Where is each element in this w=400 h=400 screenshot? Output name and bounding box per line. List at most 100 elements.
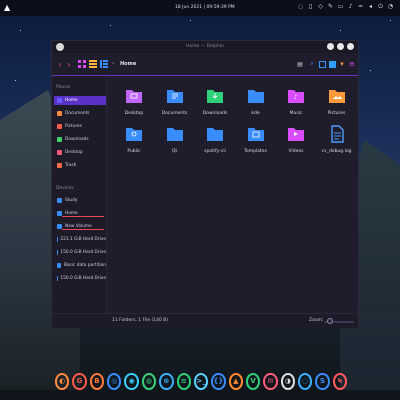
app-ring-icon[interactable]: ◉ — [124, 372, 139, 390]
maximize-button[interactable] — [337, 43, 344, 50]
file-item[interactable]: Documents — [155, 84, 195, 124]
filter-icon[interactable]: ▾ — [338, 58, 346, 70]
file-name: Videos — [288, 149, 304, 154]
icons-view-icon[interactable] — [77, 58, 87, 70]
clipboard-icon[interactable]: ▯ — [307, 3, 314, 11]
volume-icon[interactable]: ◂ — [367, 3, 374, 11]
window-title: Home — Dolphin — [186, 44, 224, 49]
code-icon[interactable]: {} — [211, 372, 226, 390]
compact-view-icon[interactable] — [88, 58, 98, 70]
dropbox-icon[interactable]: ◇ — [317, 3, 324, 11]
place-icon — [57, 163, 62, 168]
file-name: Documents — [161, 111, 188, 116]
app-orbit-icon[interactable]: ⊛ — [159, 372, 174, 390]
top-panel: ▲ 18 Jun 2021 | 09:59:39 PM ◌ ▯ ◇ ✎ ▭ ♪ ≈ ◂ ⏻ ◔ — [0, 0, 400, 16]
vim-icon[interactable]: V — [245, 372, 261, 390]
file-item[interactable]: Downloads — [195, 84, 235, 124]
app-ring2-icon[interactable]: ◌ — [298, 372, 313, 390]
pencil-icon[interactable]: ✎ — [327, 3, 334, 11]
skype-icon[interactable]: S — [315, 372, 330, 390]
menu-icon[interactable]: ≡ — [348, 58, 356, 70]
file-item[interactable]: Pictures — [317, 84, 357, 124]
sidebar-item-pictures[interactable]: Pictures — [54, 122, 106, 131]
clock[interactable]: 18 Jun 2021 | 09:59:39 PM — [175, 5, 235, 10]
folder-icon — [166, 125, 184, 143]
details-view-icon[interactable] — [99, 58, 109, 70]
sidebar-item-label: Downloads — [65, 137, 89, 142]
back-icon[interactable]: ‹ — [56, 58, 64, 70]
file-item[interactable]: Desktop — [114, 84, 154, 124]
sidebar-item-study[interactable]: Study — [54, 196, 106, 205]
sidebar-item-223-1-gib-hard-drive[interactable]: 223.1 GiB Hard Drive — [54, 235, 106, 244]
mail-icon[interactable]: ✉ — [263, 372, 278, 390]
file-item[interactable]: spotify-cli — [195, 122, 235, 162]
sidebar-item-documents[interactable]: Documents — [54, 109, 106, 118]
file-name: Templates — [244, 149, 267, 154]
sidebar-item-150-0-gib-hard-drive[interactable]: 150.0 GiB Hard Drive — [54, 248, 106, 257]
launcher-icon[interactable]: ◐ — [55, 372, 70, 390]
drive-usage-bar — [62, 229, 104, 230]
places-section-title: Places — [56, 85, 71, 90]
sidebar-item-home[interactable]: Home — [54, 96, 106, 105]
sidebar-item-basic-data-partition[interactable]: Basic data partition — [54, 261, 106, 270]
sidebar-item-label: Trash — [65, 163, 77, 168]
videos-folder-icon — [287, 125, 305, 143]
file-name: kde — [251, 111, 260, 116]
terminal-panel-icon[interactable] — [328, 58, 336, 70]
music-folder-icon: ♪ — [287, 87, 305, 105]
file-name: Music — [289, 111, 303, 116]
breadcrumb[interactable]: Home — [120, 61, 136, 67]
sidebar-item-label: Documents — [65, 111, 90, 116]
app-launcher-icon[interactable]: ▲ — [4, 3, 14, 13]
notification-icon[interactable]: ◔ — [387, 3, 394, 11]
close-button[interactable] — [347, 43, 354, 50]
places-panel: Places Devices Home Documents Pictures Down… — [52, 76, 107, 327]
sidebar-item-trash[interactable]: Trash — [54, 161, 106, 170]
file-item[interactable]: cv_debug.log — [317, 122, 357, 162]
file-view: Desktop Documents Downloads kde ♪ Music Pictur… — [108, 76, 358, 312]
vlc-icon[interactable]: ▲ — [228, 372, 243, 390]
app-blue-icon[interactable]: ◎ — [107, 372, 122, 390]
search-icon[interactable]: ⌕ — [308, 58, 316, 70]
bell-icon[interactable]: ♪ — [347, 3, 354, 11]
sidebar-item-label: Basic data partition — [63, 263, 106, 268]
sidebar-item-downloads[interactable]: Downloads — [54, 135, 106, 144]
spotify-icon[interactable]: ≋ — [176, 372, 191, 390]
file-item[interactable]: Public — [114, 122, 154, 162]
preview-icon[interactable] — [318, 58, 326, 70]
place-icon — [57, 137, 62, 142]
minimize-button[interactable] — [327, 43, 334, 50]
sidebar-item-desktop[interactable]: Desktop — [54, 148, 106, 157]
terminal-icon[interactable]: ▭ — [337, 3, 344, 11]
window-controls — [327, 43, 354, 50]
sidebar-item-150-0-gib-hard-drive[interactable]: 150.0 GiB Hard Drive — [54, 274, 106, 283]
file-item[interactable]: kde — [236, 84, 276, 124]
file-item[interactable]: Videos — [276, 122, 316, 162]
file-name: Pictures — [327, 111, 346, 116]
split-view-icon[interactable]: ▤ — [296, 58, 304, 70]
zoom-label: Zoom: — [309, 318, 324, 323]
terminal-icon[interactable]: >_ — [193, 372, 209, 390]
git-icon[interactable]: G — [72, 372, 87, 390]
power-icon[interactable]: ⏻ — [377, 3, 384, 11]
forward-icon[interactable]: › — [65, 58, 73, 70]
sidebar-item-label: 150.0 GiB Hard Drive — [60, 250, 106, 255]
chat-icon[interactable]: ◌ — [297, 3, 304, 11]
brave-icon[interactable]: B — [89, 372, 105, 390]
wifi-icon[interactable]: ≈ — [357, 3, 364, 11]
app-globe-icon[interactable]: ◑ — [280, 372, 296, 390]
svg-text:♪: ♪ — [294, 94, 298, 101]
breadcrumb-arrow-icon: › — [112, 60, 115, 67]
file-item[interactable]: ♪ Music — [276, 84, 316, 124]
pictures-folder-icon — [328, 87, 346, 105]
templates-folder-icon — [247, 125, 265, 143]
chrome-icon[interactable]: ◍ — [141, 372, 157, 390]
app-bolt-icon[interactable]: Ϟ — [332, 372, 348, 390]
title-bar[interactable]: Home — Dolphin — [52, 41, 358, 53]
sidebar-item-label: 150.0 GiB Hard Drive — [60, 276, 106, 281]
file-item[interactable]: Qt — [155, 122, 195, 162]
zoom-slider-handle[interactable] — [327, 318, 333, 324]
file-item[interactable]: Templates — [236, 122, 276, 162]
sidebar-item-label: 223.1 GiB Hard Drive — [60, 237, 106, 242]
dolphin-window: Home — Dolphin ‹ › › Home ▤ ⌕ ▾ ≡ Places… — [51, 40, 359, 328]
